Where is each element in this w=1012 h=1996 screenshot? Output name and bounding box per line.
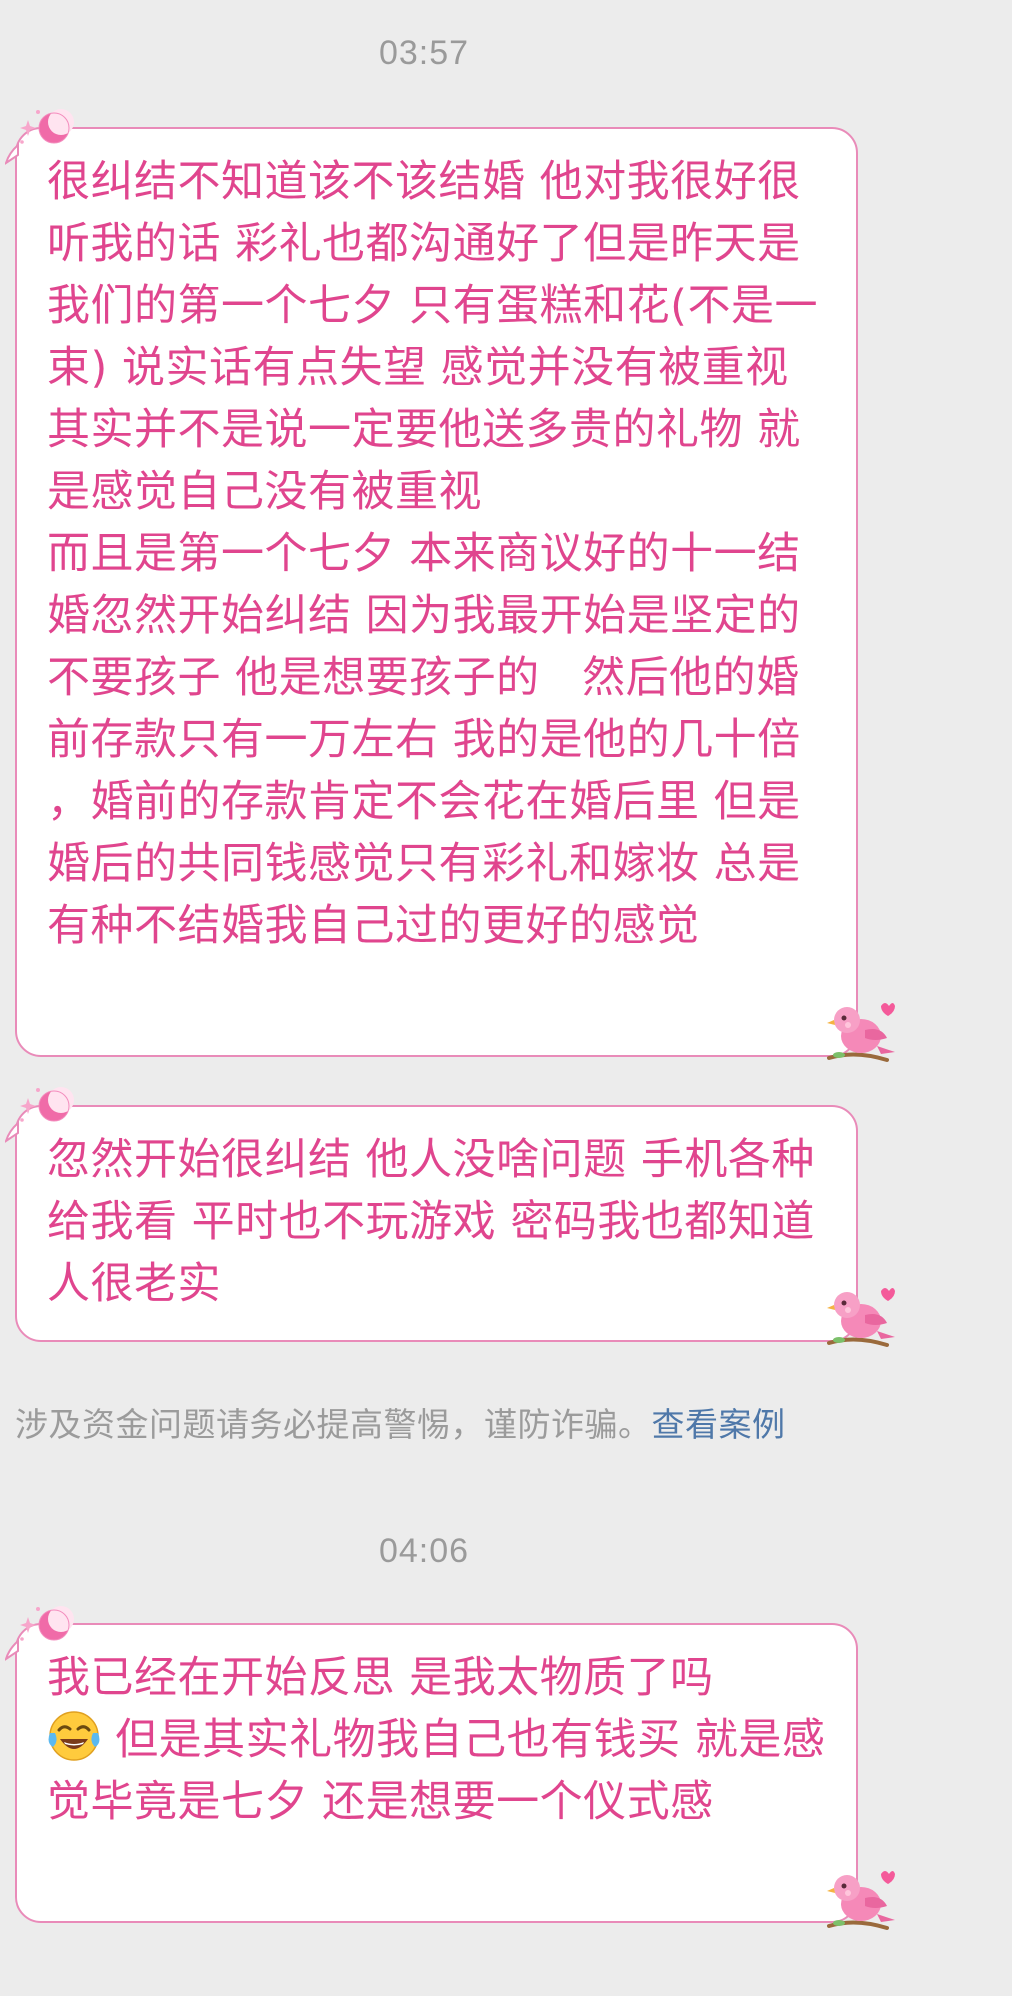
security-notice-text: 涉及资金问题请务必提高警惕，谨防诈骗。: [15, 1405, 652, 1444]
message-bubble[interactable]: 忽然开始很纠结 他人没啥问题 手机各种给我看 平时也不玩游戏 密码我也都知道 人…: [5, 1105, 858, 1342]
timestamp: 03:57: [378, 34, 470, 72]
view-cases-link[interactable]: 查看案例: [652, 1405, 786, 1444]
pink-bird-icon: [827, 1003, 895, 1062]
message-text-part: 我已经在开始反思 是我太物质了吗: [47, 1653, 714, 1703]
moon-sparkle-icon: [20, 1087, 74, 1122]
timestamp: 04:06: [378, 1532, 470, 1570]
message-text: 我已经在开始反思 是我太物质了吗 但是其实礼物我自己也有钱买 就是感觉毕竟是七夕…: [47, 1647, 837, 1833]
moon-sparkle-icon: [20, 109, 74, 144]
moon-sparkle-icon: [20, 1606, 74, 1641]
security-notice: 涉及资金问题请务必提高警惕，谨防诈骗。查看案例: [15, 1398, 786, 1446]
pink-bird-icon: [827, 1871, 895, 1930]
message-text: 忽然开始很纠结 他人没啥问题 手机各种给我看 平时也不玩游戏 密码我也都知道 人…: [47, 1135, 830, 1309]
tears-of-joy-emoji: [48, 1711, 100, 1761]
pink-bird-icon: [827, 1288, 895, 1347]
message-bubble[interactable]: 很纠结不知道该不该结婚 他对我很好很听我的话 彩礼也都沟通好了但是昨天是我们的第…: [5, 127, 858, 1057]
message-text-part: 但是其实礼物我自己也有钱买 就是感觉毕竟是七夕 还是想要一个仪式感: [47, 1715, 826, 1827]
message-text: 很纠结不知道该不该结婚 他对我很好很听我的话 彩礼也都沟通好了但是昨天是我们的第…: [47, 157, 818, 951]
message-bubble[interactable]: 我已经在开始反思 是我太物质了吗 但是其实礼物我自己也有钱买 就是感觉毕竟是七夕…: [5, 1623, 858, 1923]
